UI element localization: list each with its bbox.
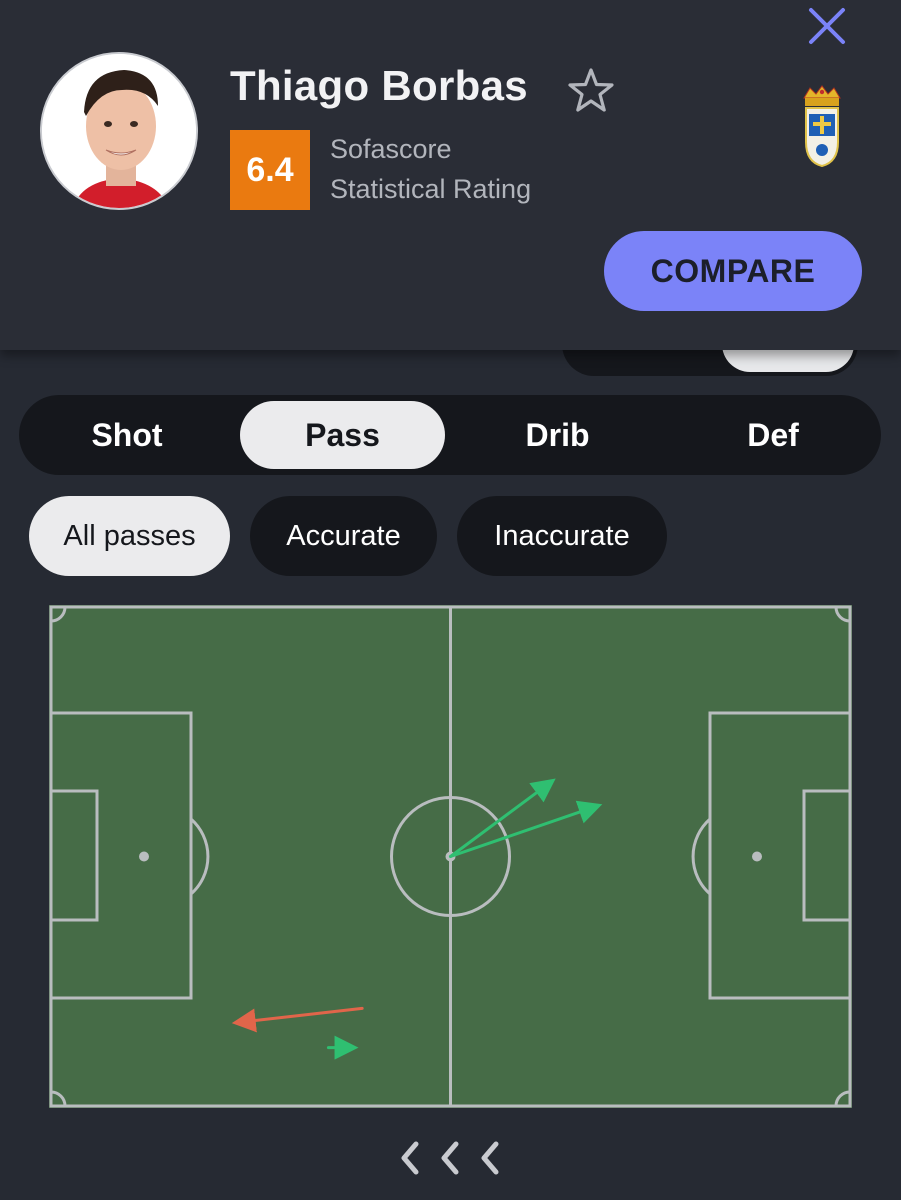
rating-badge: 6.4 <box>230 130 310 210</box>
rating-label-line1: Sofascore <box>330 134 452 164</box>
compare-button[interactable]: COMPARE <box>604 231 862 311</box>
chevrons-left-icon[interactable] <box>398 1140 504 1176</box>
pass-map <box>49 605 852 1108</box>
tab-drib[interactable]: Drib <box>455 401 660 469</box>
tab-pass[interactable]: Pass <box>240 401 445 469</box>
pitch <box>49 605 852 1108</box>
player-header: Thiago Borbas 6.4 Sofascore Statistical … <box>0 0 901 350</box>
close-icon[interactable] <box>806 4 848 46</box>
tab-shot[interactable]: Shot <box>25 401 229 469</box>
star-icon[interactable] <box>566 66 616 116</box>
stat-tabs: Shot Pass Drib Def <box>19 395 881 475</box>
player-name: Thiago Borbas <box>230 62 528 109</box>
player-photo <box>42 54 196 208</box>
filter-inaccurate[interactable]: Inaccurate <box>457 496 667 576</box>
penalty-spot-left <box>139 851 149 862</box>
filter-accurate[interactable]: Accurate <box>250 496 437 576</box>
tab-def[interactable]: Def <box>671 401 875 469</box>
club-crest-icon[interactable] <box>800 84 844 168</box>
avatar <box>40 52 198 210</box>
penalty-spot-right <box>752 851 762 862</box>
filter-all-passes[interactable]: All passes <box>29 496 230 576</box>
rating-label-line2: Statistical Rating <box>330 174 532 204</box>
